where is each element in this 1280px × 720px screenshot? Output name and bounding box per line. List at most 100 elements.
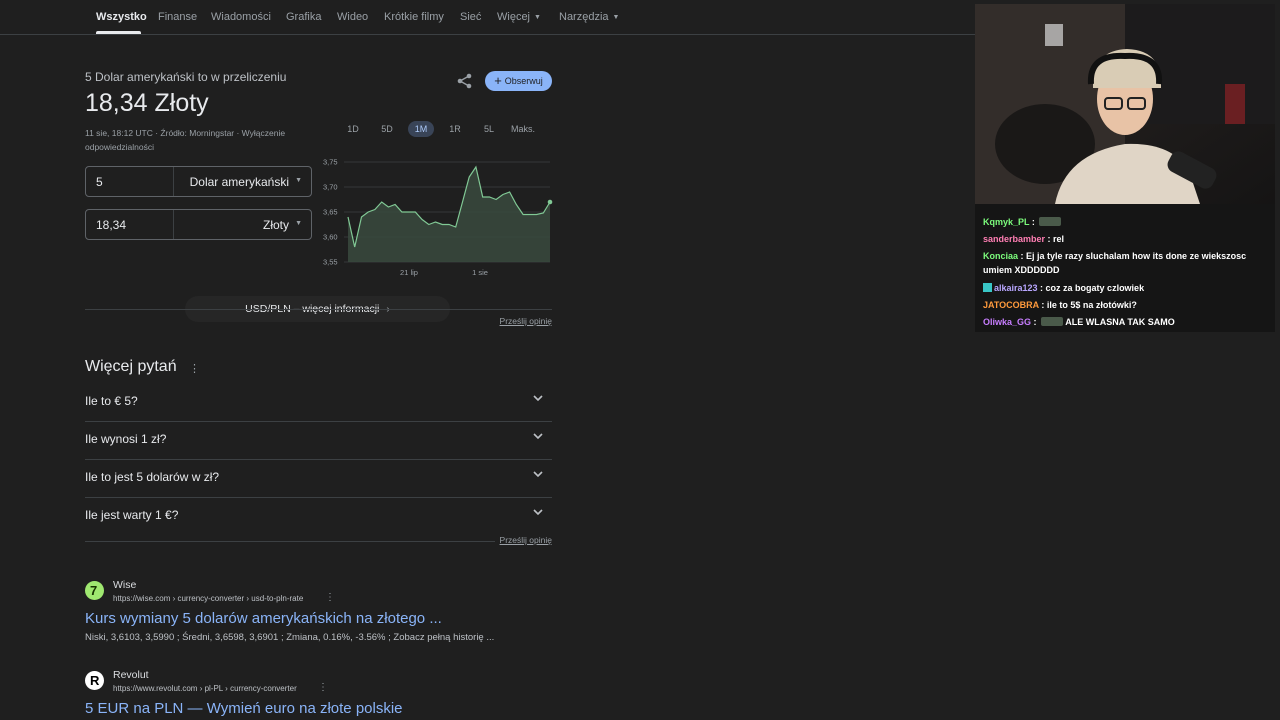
webcam-overlay	[975, 4, 1275, 204]
chat-message: Oliwka_GG : ALE WLASNA TAK SAMO	[983, 317, 1175, 327]
more-vert-icon[interactable]: ⋮	[318, 682, 328, 693]
subscriber-badge-icon	[983, 283, 992, 292]
chat-username: Konciaa	[983, 251, 1019, 261]
result-url[interactable]: https://wise.com › currency-converter › …	[113, 594, 303, 603]
question-item[interactable]: Ile to jest 5 dolarów w zł?	[85, 459, 552, 498]
emote-icon	[1039, 217, 1062, 226]
range-1m[interactable]: 1M	[408, 121, 434, 137]
converter-meta-line1: 11 sie, 18:12 UTC · Źródło: Morningstar …	[85, 128, 286, 138]
stream-chat: Kqmyk_PL : sanderbamber : rel Konciaa : …	[975, 204, 1275, 332]
share-icon[interactable]	[456, 72, 474, 90]
tab-news[interactable]: Wiadomości	[211, 11, 271, 23]
result-snippet: Niski, 3,6103, 3,5990 ; Średni, 3,6598, …	[85, 632, 495, 643]
active-tab-indicator	[96, 31, 141, 34]
feedback-link[interactable]: Prześlij opinię	[500, 535, 552, 545]
question-text: Ile to jest 5 dolarów w zł?	[85, 470, 220, 484]
x-tick-label: 21 lip	[400, 268, 418, 277]
tab-videos[interactable]: Wideo	[337, 11, 368, 23]
from-currency-field[interactable]: 5 Dolar amerykański ▼	[85, 166, 312, 197]
chevron-down-icon	[533, 433, 543, 440]
webcam-image	[975, 4, 1275, 204]
field-divider	[173, 210, 174, 239]
range-5l[interactable]: 5L	[479, 121, 499, 137]
price-chart[interactable]: 3,75 3,70 3,65 3,60 3,55 21 lip 1 sie	[318, 150, 558, 285]
tab-images[interactable]: Grafika	[286, 11, 321, 23]
wise-logo-glyph: 7	[90, 583, 98, 598]
question-item[interactable]: Ile jest warty 1 €?	[85, 497, 552, 535]
y-tick-label: 3,70	[323, 183, 338, 192]
tab-tools[interactable]: Narzędzia ▼	[559, 11, 619, 23]
chevron-down-icon	[533, 395, 543, 402]
question-text: Ile wynosi 1 zł?	[85, 432, 167, 446]
to-currency-select[interactable]: Złoty	[263, 218, 289, 232]
follow-button-label: Obserwuj	[504, 76, 543, 86]
wise-logo-icon: 7	[85, 581, 104, 600]
more-vert-icon[interactable]: ⋮	[189, 362, 200, 375]
chart-area	[348, 167, 550, 262]
converter-result: 18,34 Złoty	[85, 89, 209, 117]
chat-username: Oliwka_GG	[983, 317, 1032, 327]
chat-message: sanderbamber : rel	[983, 234, 1065, 244]
from-currency-select[interactable]: Dolar amerykański	[190, 175, 289, 189]
y-tick-label: 3,75	[323, 158, 338, 167]
chat-text: coz za bogaty czlowiek	[1045, 283, 1145, 293]
chat-message: JATOCOBRA : ile to 5$ na złotówki?	[983, 300, 1137, 310]
chevron-down-icon: ▼	[295, 220, 302, 227]
chevron-down-icon	[533, 471, 543, 478]
question-text: Ile to € 5?	[85, 394, 138, 408]
result-url[interactable]: https://www.revolut.com › pl-PL › curren…	[113, 684, 297, 693]
result-title[interactable]: Kurs wymiany 5 dolarów amerykańskich na …	[85, 610, 442, 627]
divider	[85, 541, 495, 542]
chat-message: Konciaa : Ej ja tyle razy sluchalam how …	[983, 251, 1247, 275]
question-text: Ile jest warty 1 €?	[85, 508, 179, 522]
tab-more-label: Więcej	[497, 11, 531, 23]
chevron-down-icon: ▼	[612, 13, 620, 21]
result-title[interactable]: 5 EUR na PLN — Wymień euro na złote pols…	[85, 700, 403, 717]
x-tick-label: 1 sie	[472, 268, 488, 277]
y-tick-label: 3,60	[323, 233, 338, 242]
question-item[interactable]: Ile to € 5?	[85, 383, 552, 422]
tab-tools-label: Narzędzia	[559, 11, 609, 23]
chart-last-point	[547, 199, 553, 205]
tab-web[interactable]: Sieć	[460, 11, 481, 23]
result-site-name[interactable]: Revolut	[113, 669, 149, 681]
range-1r[interactable]: 1R	[445, 121, 465, 137]
from-amount-input[interactable]: 5	[96, 175, 103, 189]
range-1d[interactable]: 1D	[343, 121, 363, 137]
revolut-logo-icon: R	[85, 671, 104, 690]
to-amount-input[interactable]: 18,34	[96, 218, 126, 232]
field-divider	[173, 167, 174, 196]
chat-username: sanderbamber	[983, 234, 1046, 244]
emote-icon	[1041, 317, 1064, 326]
chat-username: alkaira123	[994, 283, 1038, 293]
tab-short-videos[interactable]: Krótkie filmy	[384, 11, 444, 23]
plus-icon: +	[494, 73, 502, 88]
follow-button[interactable]: + Obserwuj	[485, 71, 552, 91]
tab-all[interactable]: Wszystko	[96, 11, 147, 23]
y-tick-label: 3,65	[323, 208, 338, 217]
chat-text: ALE WLASNA TAK SAMO	[1065, 317, 1175, 327]
more-questions-title: Więcej pytań	[85, 358, 177, 375]
more-vert-icon[interactable]: ⋮	[325, 592, 335, 603]
chevron-down-icon: ▼	[534, 13, 541, 21]
tab-finance[interactable]: Finanse	[158, 11, 197, 23]
revolut-logo-glyph: R	[90, 673, 100, 688]
chat-text: ile to 5$ na złotówki?	[1046, 300, 1137, 310]
tab-more[interactable]: Więcej ▼	[497, 11, 541, 23]
search-tabs-bar: Wszystko Finanse Wiadomości Grafika Wide…	[0, 0, 975, 35]
chat-username: JATOCOBRA	[983, 300, 1039, 310]
converter-subtitle: 5 Dolar amerykański to w przeliczeniu	[85, 70, 287, 84]
chevron-down-icon	[533, 509, 543, 516]
chat-username: Kqmyk_PL	[983, 217, 1030, 227]
converter-meta-line2: odpowiedzialności	[85, 142, 154, 152]
feedback-link[interactable]: Prześlij opinię	[500, 316, 552, 326]
result-site-name[interactable]: Wise	[113, 579, 136, 591]
to-currency-field[interactable]: 18,34 Złoty ▼	[85, 209, 312, 240]
range-5d[interactable]: 5D	[377, 121, 397, 137]
converter-meta: 11 sie, 18:12 UTC · Źródło: Morningstar …	[85, 126, 310, 154]
chevron-down-icon: ▼	[295, 177, 302, 184]
chat-message: Kqmyk_PL :	[983, 215, 1268, 229]
chat-message: alkaira123 : coz za bogaty czlowiek	[983, 281, 1268, 295]
range-max[interactable]: Maks.	[508, 121, 538, 137]
question-item[interactable]: Ile wynosi 1 zł?	[85, 421, 552, 460]
